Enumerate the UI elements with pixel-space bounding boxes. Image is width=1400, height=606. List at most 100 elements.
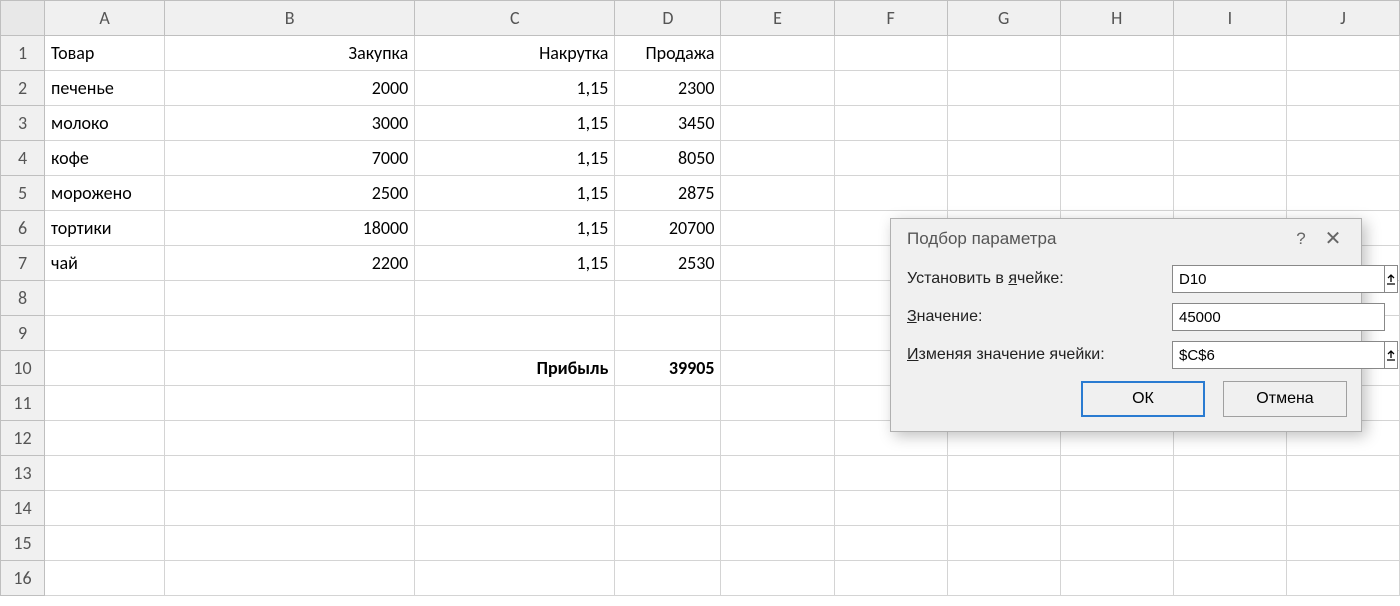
row-header-13[interactable]: 13 — [1, 456, 45, 491]
ok-button[interactable]: ОК — [1081, 381, 1205, 417]
cell-C2[interactable]: 1,15 — [415, 71, 615, 106]
cell-B9[interactable] — [165, 316, 415, 351]
cell-F1[interactable] — [834, 36, 947, 71]
cell-J4[interactable] — [1286, 141, 1399, 176]
cell-C14[interactable] — [415, 491, 615, 526]
set-cell-input[interactable] — [1172, 265, 1385, 293]
cell-C7[interactable]: 1,15 — [415, 246, 615, 281]
cell-C5[interactable]: 1,15 — [415, 176, 615, 211]
cell-G14[interactable] — [947, 491, 1060, 526]
cell-D8[interactable] — [615, 281, 721, 316]
cell-A16[interactable] — [45, 561, 165, 596]
cell-E12[interactable] — [721, 421, 834, 456]
cell-I14[interactable] — [1173, 491, 1286, 526]
column-header-G[interactable]: G — [947, 1, 1060, 36]
cell-B1[interactable]: Закупка — [165, 36, 415, 71]
row-header-2[interactable]: 2 — [1, 71, 45, 106]
cell-H16[interactable] — [1060, 561, 1173, 596]
cell-D1[interactable]: Продажа — [615, 36, 721, 71]
cell-B16[interactable] — [165, 561, 415, 596]
cell-E8[interactable] — [721, 281, 834, 316]
cell-E2[interactable] — [721, 71, 834, 106]
cell-B6[interactable]: 18000 — [165, 211, 415, 246]
cell-F16[interactable] — [834, 561, 947, 596]
cell-F4[interactable] — [834, 141, 947, 176]
cell-B8[interactable] — [165, 281, 415, 316]
cell-A7[interactable]: чай — [45, 246, 165, 281]
select-all-corner[interactable] — [1, 1, 45, 36]
collapse-dialog-icon[interactable] — [1385, 341, 1398, 369]
column-header-D[interactable]: D — [615, 1, 721, 36]
cell-C8[interactable] — [415, 281, 615, 316]
cell-G15[interactable] — [947, 526, 1060, 561]
cell-D6[interactable]: 20700 — [615, 211, 721, 246]
cell-A8[interactable] — [45, 281, 165, 316]
cell-E11[interactable] — [721, 386, 834, 421]
cell-D16[interactable] — [615, 561, 721, 596]
row-header-11[interactable]: 11 — [1, 386, 45, 421]
cell-E3[interactable] — [721, 106, 834, 141]
cell-A4[interactable]: кофе — [45, 141, 165, 176]
cell-C16[interactable] — [415, 561, 615, 596]
column-header-I[interactable]: I — [1173, 1, 1286, 36]
row-header-12[interactable]: 12 — [1, 421, 45, 456]
cell-B11[interactable] — [165, 386, 415, 421]
cell-H14[interactable] — [1060, 491, 1173, 526]
cell-E7[interactable] — [721, 246, 834, 281]
cell-B2[interactable]: 2000 — [165, 71, 415, 106]
cell-F13[interactable] — [834, 456, 947, 491]
row-header-1[interactable]: 1 — [1, 36, 45, 71]
cell-D5[interactable]: 2875 — [615, 176, 721, 211]
column-header-C[interactable]: C — [415, 1, 615, 36]
cell-I1[interactable] — [1173, 36, 1286, 71]
row-header-7[interactable]: 7 — [1, 246, 45, 281]
cell-J1[interactable] — [1286, 36, 1399, 71]
cell-E4[interactable] — [721, 141, 834, 176]
cell-F3[interactable] — [834, 106, 947, 141]
cell-E1[interactable] — [721, 36, 834, 71]
cell-I4[interactable] — [1173, 141, 1286, 176]
cell-G16[interactable] — [947, 561, 1060, 596]
cell-C9[interactable] — [415, 316, 615, 351]
cell-C10[interactable]: Прибыль — [415, 351, 615, 386]
cell-C12[interactable] — [415, 421, 615, 456]
cell-A1[interactable]: Товар — [45, 36, 165, 71]
cancel-button[interactable]: Отмена — [1223, 381, 1347, 417]
cell-E13[interactable] — [721, 456, 834, 491]
column-header-E[interactable]: E — [721, 1, 834, 36]
cell-D10[interactable]: 39905 — [615, 351, 721, 386]
cell-J13[interactable] — [1286, 456, 1399, 491]
row-header-15[interactable]: 15 — [1, 526, 45, 561]
to-value-input[interactable] — [1172, 303, 1385, 331]
by-changing-input[interactable] — [1172, 341, 1385, 369]
cell-B10[interactable] — [165, 351, 415, 386]
cell-J2[interactable] — [1286, 71, 1399, 106]
row-header-9[interactable]: 9 — [1, 316, 45, 351]
column-header-F[interactable]: F — [834, 1, 947, 36]
column-header-A[interactable]: A — [45, 1, 165, 36]
cell-B15[interactable] — [165, 526, 415, 561]
column-header-H[interactable]: H — [1060, 1, 1173, 36]
cell-F15[interactable] — [834, 526, 947, 561]
cell-E10[interactable] — [721, 351, 834, 386]
cell-D12[interactable] — [615, 421, 721, 456]
row-header-6[interactable]: 6 — [1, 211, 45, 246]
cell-A5[interactable]: морожено — [45, 176, 165, 211]
cell-A13[interactable] — [45, 456, 165, 491]
close-icon[interactable]: ✕ — [1317, 223, 1349, 255]
cell-D4[interactable]: 8050 — [615, 141, 721, 176]
cell-D13[interactable] — [615, 456, 721, 491]
cell-A3[interactable]: молоко — [45, 106, 165, 141]
cell-G5[interactable] — [947, 176, 1060, 211]
cell-A6[interactable]: тортики — [45, 211, 165, 246]
row-header-14[interactable]: 14 — [1, 491, 45, 526]
cell-H13[interactable] — [1060, 456, 1173, 491]
cell-A12[interactable] — [45, 421, 165, 456]
cell-D3[interactable]: 3450 — [615, 106, 721, 141]
row-header-16[interactable]: 16 — [1, 561, 45, 596]
column-header-B[interactable]: B — [165, 1, 415, 36]
cell-F5[interactable] — [834, 176, 947, 211]
help-icon[interactable]: ? — [1285, 223, 1317, 255]
cell-A14[interactable] — [45, 491, 165, 526]
cell-E6[interactable] — [721, 211, 834, 246]
